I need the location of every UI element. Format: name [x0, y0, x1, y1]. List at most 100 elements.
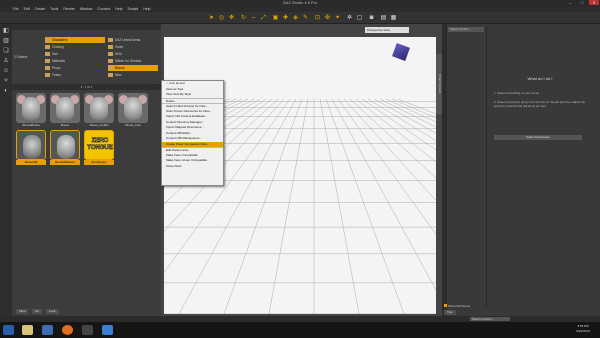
parameter-search[interactable]: Select an item...	[448, 27, 484, 32]
help-step-1: 1. Select something in your scene	[494, 91, 540, 95]
lights-icon[interactable]: ✧	[2, 78, 10, 85]
node-tool-icon[interactable]: ✦	[334, 15, 341, 22]
firefox-icon[interactable]	[62, 325, 73, 335]
grid-line	[223, 98, 303, 314]
grid-line	[373, 98, 436, 134]
nav-item-props[interactable]: Props	[45, 65, 105, 71]
nav-item-daz-ideas[interactable]: DAZ Unreal Ideas	[108, 37, 158, 43]
nav-item-clothing[interactable]: Clothing	[45, 44, 105, 50]
shaping-icon[interactable]: ☺	[2, 68, 10, 75]
grid-line	[268, 98, 309, 314]
thumb-label: ZeroTongue	[84, 160, 114, 165]
tab-tips[interactable]: Tips	[444, 310, 456, 315]
nav-item-misc[interactable]: Misc	[108, 72, 158, 78]
what-do-i-do-heading: What do I do?	[527, 76, 553, 81]
scene-icon[interactable]: ❏	[2, 48, 10, 55]
start-button-icon[interactable]	[3, 325, 14, 335]
surface-tool-icon[interactable]: ✎	[302, 15, 309, 22]
show-sub-items-label: Show Sub Items	[448, 304, 470, 308]
grid-line	[367, 98, 436, 141]
mouse-figure	[57, 135, 75, 159]
thumb-mouse-bodies[interactable]	[16, 93, 46, 123]
minimize-button[interactable]: –	[565, 0, 575, 5]
nav-item-label: HDLI	[115, 52, 123, 56]
region-tool-icon[interactable]: ▣	[272, 15, 279, 22]
content-library-icon[interactable]: ▥	[2, 38, 10, 45]
nav-item-label: DAZ Unreal Ideas	[115, 38, 141, 42]
main-toolbar: ➤ ◎ ✥ ↻ ⇔ ⤢ ▣ ✚ ◈ ✎ ⊡ ✠ ✦ ✲ ▢ ◙ ▤ ▦	[0, 12, 600, 24]
terminal-icon[interactable]	[82, 325, 93, 335]
thumb-label: !MouseBodies	[22, 123, 40, 127]
tab-lib[interactable]: Lib	[32, 309, 43, 314]
smart-content-icon[interactable]: ◧	[2, 28, 10, 35]
camera-select[interactable]: Perspective View	[365, 27, 409, 33]
right-tab-strip	[442, 24, 447, 316]
static-parameters-button[interactable]: Static Parameters	[494, 135, 582, 140]
joint-tool-icon[interactable]: ✚	[282, 15, 289, 22]
nav-item-label: Hiltner for Genesis	[115, 59, 142, 63]
align-tool-icon[interactable]: ✠	[324, 15, 331, 22]
nav-item-label: Characters	[52, 38, 68, 42]
nav-item-label: Mouse	[115, 66, 125, 70]
clock: 3:55 PM 9/22/2013	[568, 324, 598, 334]
pane-divider	[486, 27, 487, 307]
ie-icon[interactable]	[42, 325, 53, 335]
close-button[interactable]: ✕	[589, 0, 599, 5]
tab-look[interactable]: Look	[46, 309, 59, 314]
nav-item-hdli[interactable]: HDLI	[108, 51, 158, 57]
thumb-mouse-cute[interactable]	[118, 93, 148, 123]
menu-item[interactable]: Close Parts	[162, 164, 223, 170]
content-library-pane: 2 Folders Characters Clothing Hair Mater…	[12, 24, 161, 316]
nav-item-gwen[interactable]: Gwen	[108, 44, 158, 50]
grid-line	[355, 98, 436, 163]
nav-item-materials[interactable]: Materials	[45, 58, 105, 64]
checkbox-icon[interactable]	[444, 304, 447, 307]
surfaces-icon[interactable]: ◐	[2, 88, 10, 95]
node-select-icon[interactable]: ◎	[218, 15, 225, 22]
nav-item-hair[interactable]: Hair	[45, 51, 105, 57]
thumb-mouse-whiskers[interactable]	[50, 130, 80, 160]
posing-icon[interactable]: ♙	[2, 58, 10, 65]
camera-icon[interactable]: ◙	[368, 15, 375, 22]
nav-item-label: Clothing	[52, 45, 64, 49]
grid-line	[397, 98, 436, 115]
rotate-tool-icon[interactable]: ↻	[240, 15, 247, 22]
save-render-icon[interactable]: ▦	[390, 15, 397, 22]
thumb-mouse-cuddle[interactable]	[84, 93, 114, 123]
tab-files[interactable]: Files	[16, 309, 29, 314]
render-icon[interactable]: ▤	[380, 15, 387, 22]
mouse-figure	[124, 97, 142, 121]
nav-left-0[interactable]	[14, 38, 42, 44]
nav-item-hiltner[interactable]: Hiltner for Genesis	[108, 58, 158, 64]
thumb-zero-tongue[interactable]: ZERO TONGUE	[84, 130, 114, 160]
thumb-mouse[interactable]	[50, 93, 80, 123]
daz-studio-icon[interactable]	[102, 325, 113, 335]
explorer-icon[interactable]	[22, 325, 33, 335]
page-indicator: 1 - 7 of 7	[12, 84, 161, 90]
grid-line	[391, 98, 436, 118]
reset-icon[interactable]: ▢	[356, 15, 363, 22]
pointer-tool-icon[interactable]: ➤	[208, 15, 215, 22]
lesson-select[interactable]: Select a Lesson...	[470, 317, 510, 321]
universal-tool-icon[interactable]: ✥	[228, 15, 235, 22]
nav-item-label: Hair	[52, 52, 58, 56]
maximize-button[interactable]: □	[577, 0, 587, 5]
grid-line	[379, 98, 436, 128]
nav-item-characters[interactable]: Characters	[45, 37, 105, 43]
nav-item-poses[interactable]: Poses	[45, 72, 105, 78]
thumb-mouse-tail[interactable]	[16, 130, 46, 160]
nav-folders[interactable]: 2 Folders	[14, 54, 42, 60]
translate-tool-icon[interactable]: ⇔	[250, 15, 257, 22]
spot-render-icon[interactable]: ⊡	[314, 15, 321, 22]
geometry-tool-icon[interactable]: ◈	[292, 15, 299, 22]
grid-line	[337, 98, 436, 235]
nav-folders-label: 2 Folders	[14, 55, 28, 59]
grid-line	[385, 98, 436, 123]
render-settings-icon[interactable]: ✲	[346, 15, 353, 22]
show-sub-items[interactable]: Show Sub Items	[444, 304, 484, 308]
thumb-label: MouseWhiskers	[50, 160, 80, 165]
window-title: DAZ Studio 4.6 Pro	[282, 0, 318, 5]
scale-tool-icon[interactable]: ⤢	[260, 15, 267, 22]
windows-taskbar: 3:55 PM 9/22/2013	[0, 322, 600, 338]
nav-item-mouse[interactable]: Mouse	[108, 65, 158, 71]
